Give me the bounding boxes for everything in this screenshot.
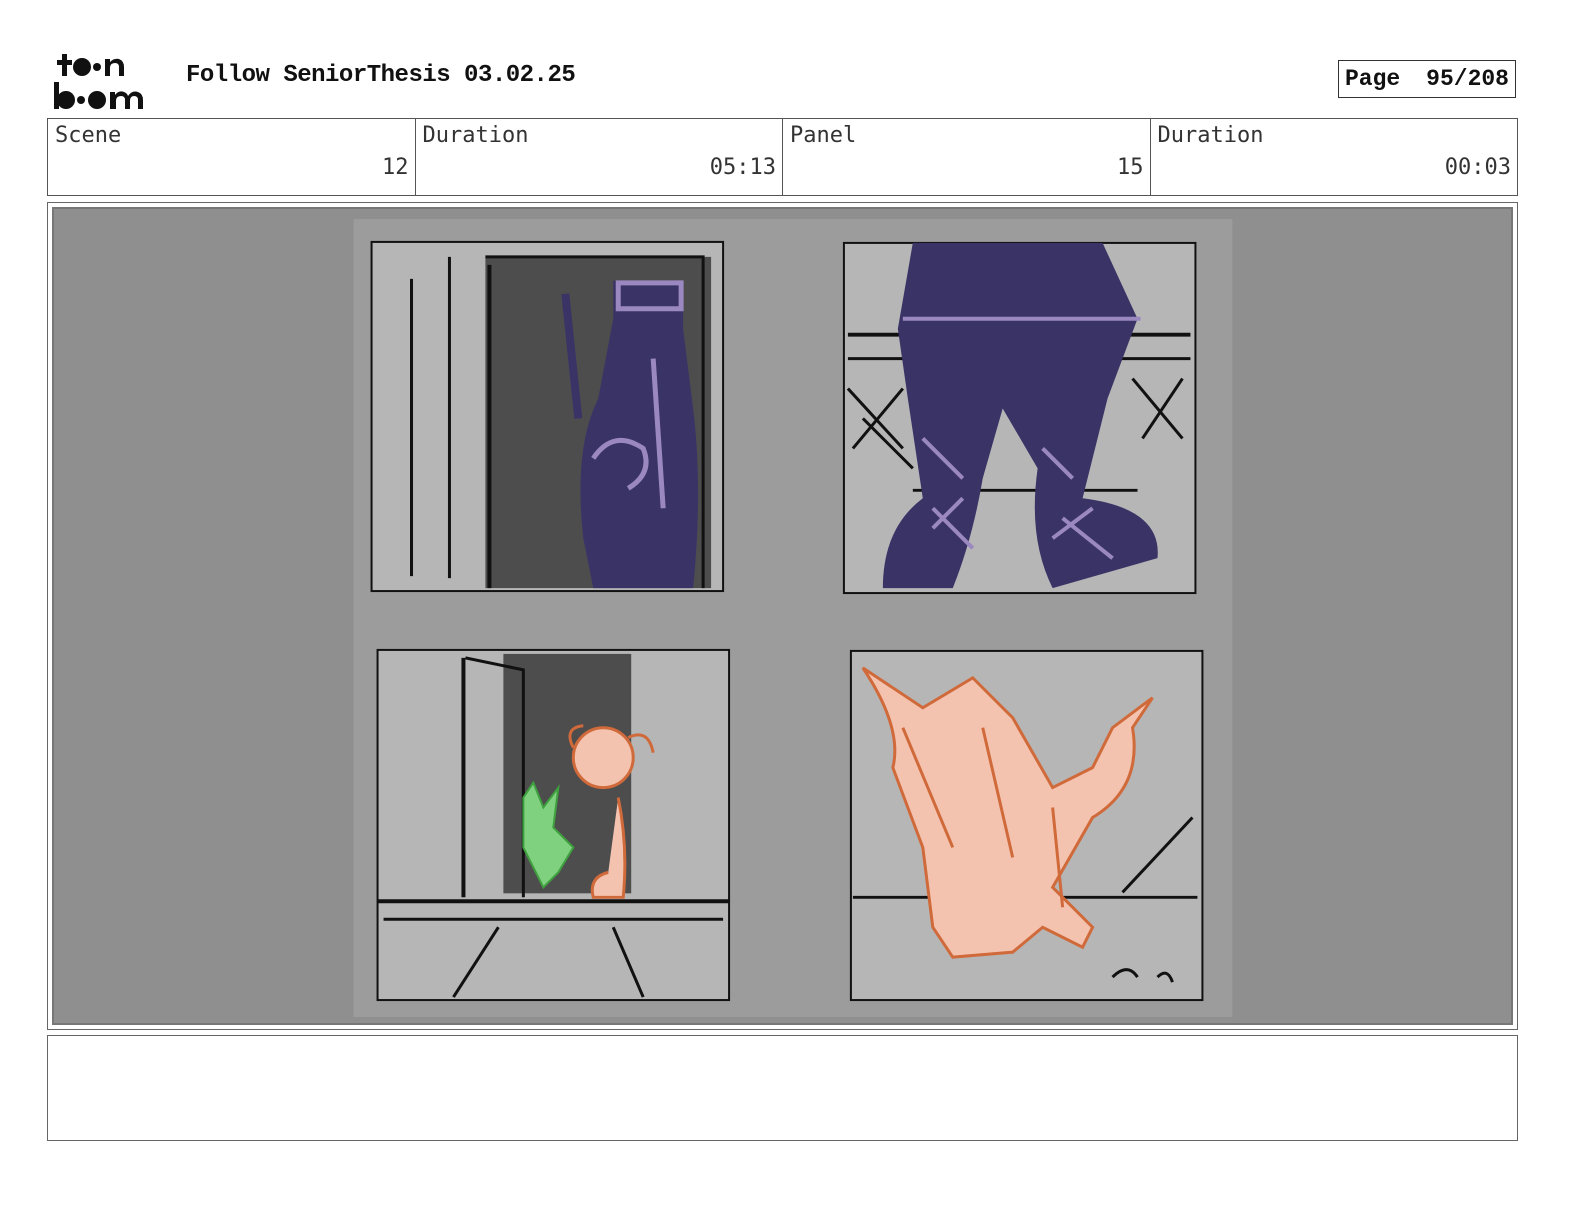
storyboard-image-area: [52, 207, 1513, 1025]
document-title: Follow SeniorThesis 03.02.25: [186, 62, 576, 89]
thumbnail-3-green-creature-and-dog: [376, 648, 731, 1002]
thumbnail-2-purple-legs: [842, 241, 1197, 595]
scene-duration-cell: Duration 05:13: [416, 119, 783, 195]
page-number: 95/208: [1426, 66, 1509, 92]
page-label: Page: [1345, 66, 1401, 92]
toonboom-logo: [54, 54, 143, 109]
panel-duration-cell: Duration 00:03: [1151, 119, 1518, 195]
storyboard-artwork: [353, 218, 1233, 1018]
panel-cell: Panel 15: [783, 119, 1151, 195]
thumbnail-1-figure-in-doorway: [370, 240, 725, 593]
storyboard-frame: [47, 202, 1518, 1030]
page-indicator: Page 95/208: [1338, 60, 1516, 98]
scene-duration-label: Duration: [422, 123, 529, 148]
scene-info-row: Scene 12 Duration 05:13 Panel 15 Duratio…: [47, 118, 1518, 196]
panel-value: 15: [1117, 155, 1144, 180]
scene-value: 12: [382, 155, 409, 180]
panel-duration-label: Duration: [1157, 123, 1264, 148]
thumbnail-4-peach-character-running: [849, 649, 1204, 1002]
panel-label: Panel: [790, 123, 857, 148]
scene-cell: Scene 12: [48, 119, 416, 195]
panel-notes-box: [47, 1035, 1518, 1141]
scene-label: Scene: [55, 123, 122, 148]
panel-duration-value: 00:03: [1444, 155, 1511, 180]
scene-duration-value: 05:13: [709, 155, 776, 180]
